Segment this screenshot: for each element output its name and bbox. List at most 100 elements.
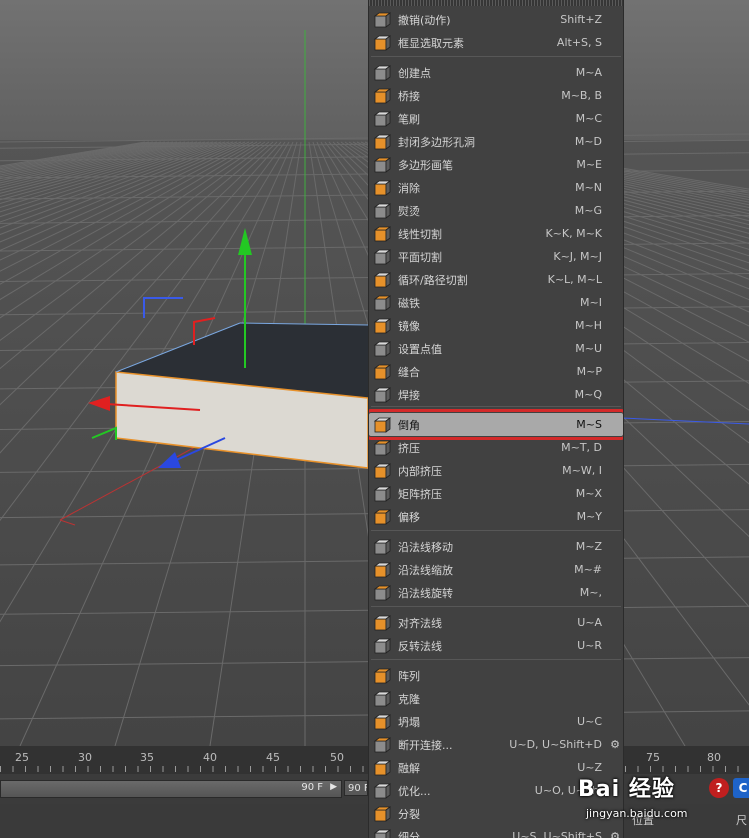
create-point-icon [372, 63, 392, 83]
menu-item-label: 阵列 [398, 669, 420, 683]
menu-item-shortcut: U~C [577, 715, 602, 728]
menu-item-shortcut: M~# [574, 563, 602, 576]
menu-separator [371, 56, 621, 57]
menu-item-bridge[interactable]: 桥接 M~B, B [369, 84, 623, 107]
menu-item-label: 偏移 [398, 510, 420, 524]
menu-item-reverse-normals[interactable]: 反转法线 U~R [369, 634, 623, 657]
menu-item-create-point[interactable]: 创建点 M~A [369, 61, 623, 84]
menu-item-shortcut: U~S, U~Shift+S [512, 830, 602, 838]
options-gear-icon[interactable]: ⚙ [610, 830, 620, 838]
menu-item-polygon-pen[interactable]: 多边形画笔 M~E [369, 153, 623, 176]
menu-item-magnet[interactable]: 磁铁 M~I [369, 291, 623, 314]
menu-item-close-hole[interactable]: 封闭多边形孔洞 M~D [369, 130, 623, 153]
menu-item-shortcut: M~B, B [561, 89, 602, 102]
subdivide-icon [372, 827, 392, 838]
menu-item-plane-cut[interactable]: 平面切割 K~J, M~J [369, 245, 623, 268]
menu-item-align-normals[interactable]: 对齐法线 U~A [369, 611, 623, 634]
menu-item-label: 优化... [398, 784, 431, 798]
menu-item-shortcut: M~D [574, 135, 602, 148]
menu-item-set-point-value[interactable]: 设置点值 M~U [369, 337, 623, 360]
menu-item-label: 焊接 [398, 388, 420, 402]
menu-item-mirror[interactable]: 镜像 M~H [369, 314, 623, 337]
menu-separator [371, 606, 621, 607]
context-menu[interactable]: 撤销(动作) Shift+Z 框显选取元素 Alt+S, S 创建点 M~A 桥接 M~B, … [368, 0, 624, 838]
menu-item-label: 封闭多边形孔洞 [398, 135, 475, 149]
menu-item-normal-move[interactable]: 沿法线移动 M~Z [369, 535, 623, 558]
frame-selection-icon [372, 33, 392, 53]
ruler-label: 50 [330, 751, 344, 764]
menu-item-shortcut: M~T, D [561, 441, 602, 454]
mirror-icon [372, 316, 392, 336]
menu-item-label: 撤销(动作) [398, 13, 451, 27]
menu-item-shortcut: M~N [575, 181, 602, 194]
menu-item-knife[interactable]: 线性切割 K~K, M~K [369, 222, 623, 245]
watermark-logo: Bai 经验 [578, 777, 675, 802]
menu-tear-off-grip[interactable] [369, 0, 623, 6]
menu-item-extrude[interactable]: 挤压 M~T, D [369, 436, 623, 459]
clone-icon [372, 689, 392, 709]
menu-item-label: 对齐法线 [398, 616, 442, 630]
magnet-icon [372, 293, 392, 313]
toolbar-button-icon[interactable]: C [733, 778, 749, 798]
menu-item-label: 反转法线 [398, 639, 442, 653]
menu-item-label: 消除 [398, 181, 420, 195]
melt-icon [372, 758, 392, 778]
watermark-url: jingyan.baidu.com [586, 807, 688, 820]
menu-item-shortcut: M~H [575, 319, 602, 332]
menu-item-dissolve[interactable]: 消除 M~N [369, 176, 623, 199]
options-gear-icon[interactable]: ⚙ [610, 738, 620, 751]
menu-item-iron[interactable]: 熨烫 M~G [369, 199, 623, 222]
menu-item-shortcut: U~R [577, 639, 602, 652]
menu-item-clone[interactable]: 克隆 [369, 687, 623, 710]
undo-icon [372, 10, 392, 30]
menu-item-undo[interactable]: 撤销(动作) Shift+Z [369, 8, 623, 31]
menu-item-shortcut: M~C [575, 112, 602, 125]
menu-item-normal-scale[interactable]: 沿法线缩放 M~# [369, 558, 623, 581]
menu-item-shortcut: K~J, M~J [553, 250, 602, 263]
play-arrow-icon[interactable]: ▶ [330, 782, 337, 792]
menu-item-label: 创建点 [398, 66, 431, 80]
menu-item-label: 坍塌 [398, 715, 420, 729]
end-frame-field[interactable]: 90 F [344, 780, 368, 796]
menu-item-label: 循环/路径切割 [398, 273, 468, 287]
menu-item-disconnect[interactable]: 断开连接... U~D, U~Shift+D ⚙ [369, 733, 623, 756]
menu-item-shortcut: K~K, M~K [545, 227, 602, 240]
split-icon [372, 804, 392, 824]
menu-item-shortcut: U~A [577, 616, 602, 629]
menu-item-label: 矩阵挤压 [398, 487, 442, 501]
loop-cut-icon [372, 270, 392, 290]
menu-item-shortcut: M~U [575, 342, 602, 355]
menu-item-shortcut: Shift+Z [560, 13, 602, 26]
menu-item-label: 分裂 [398, 807, 420, 821]
menu-item-matrix-extrude[interactable]: 矩阵挤压 M~X [369, 482, 623, 505]
menu-item-label: 镜像 [398, 319, 420, 333]
menu-item-normal-rotate[interactable]: 沿法线旋转 M~, [369, 581, 623, 604]
align-normals-icon [372, 613, 392, 633]
menu-item-loop-cut[interactable]: 循环/路径切割 K~L, M~L [369, 268, 623, 291]
menu-item-shortcut: M~G [574, 204, 602, 217]
menu-item-label: 多边形画笔 [398, 158, 453, 172]
menu-item-label: 笔刷 [398, 112, 420, 126]
menu-item-brush[interactable]: 笔刷 M~C [369, 107, 623, 130]
array-icon [372, 666, 392, 686]
menu-item-label: 缝合 [398, 365, 420, 379]
size-label: 尺 [736, 814, 747, 827]
menu-item-weld[interactable]: 焊接 M~Q [369, 383, 623, 406]
menu-item-shortcut: M~P [576, 365, 602, 378]
knife-icon [372, 224, 392, 244]
menu-item-collapse[interactable]: 坍塌 U~C [369, 710, 623, 733]
menu-item-array[interactable]: 阵列 [369, 664, 623, 687]
menu-item-extrude-inner[interactable]: 内部挤压 M~W, I [369, 459, 623, 482]
frame-range-slider[interactable]: 90 F ▶ [0, 780, 342, 798]
menu-item-label: 框显选取元素 [398, 36, 464, 50]
ruler-label: 40 [203, 751, 217, 764]
menu-item-stitch[interactable]: 缝合 M~P [369, 360, 623, 383]
menu-item-bevel[interactable]: 倒角 M~S [369, 409, 623, 440]
menu-item-offset[interactable]: 偏移 M~Y [369, 505, 623, 528]
disconnect-icon [372, 735, 392, 755]
ruler-label: 35 [140, 751, 154, 764]
menu-item-frame-selection[interactable]: 框显选取元素 Alt+S, S [369, 31, 623, 54]
brush-icon [372, 109, 392, 129]
menu-item-label: 沿法线旋转 [398, 586, 453, 600]
menu-item-label: 磁铁 [398, 296, 420, 310]
